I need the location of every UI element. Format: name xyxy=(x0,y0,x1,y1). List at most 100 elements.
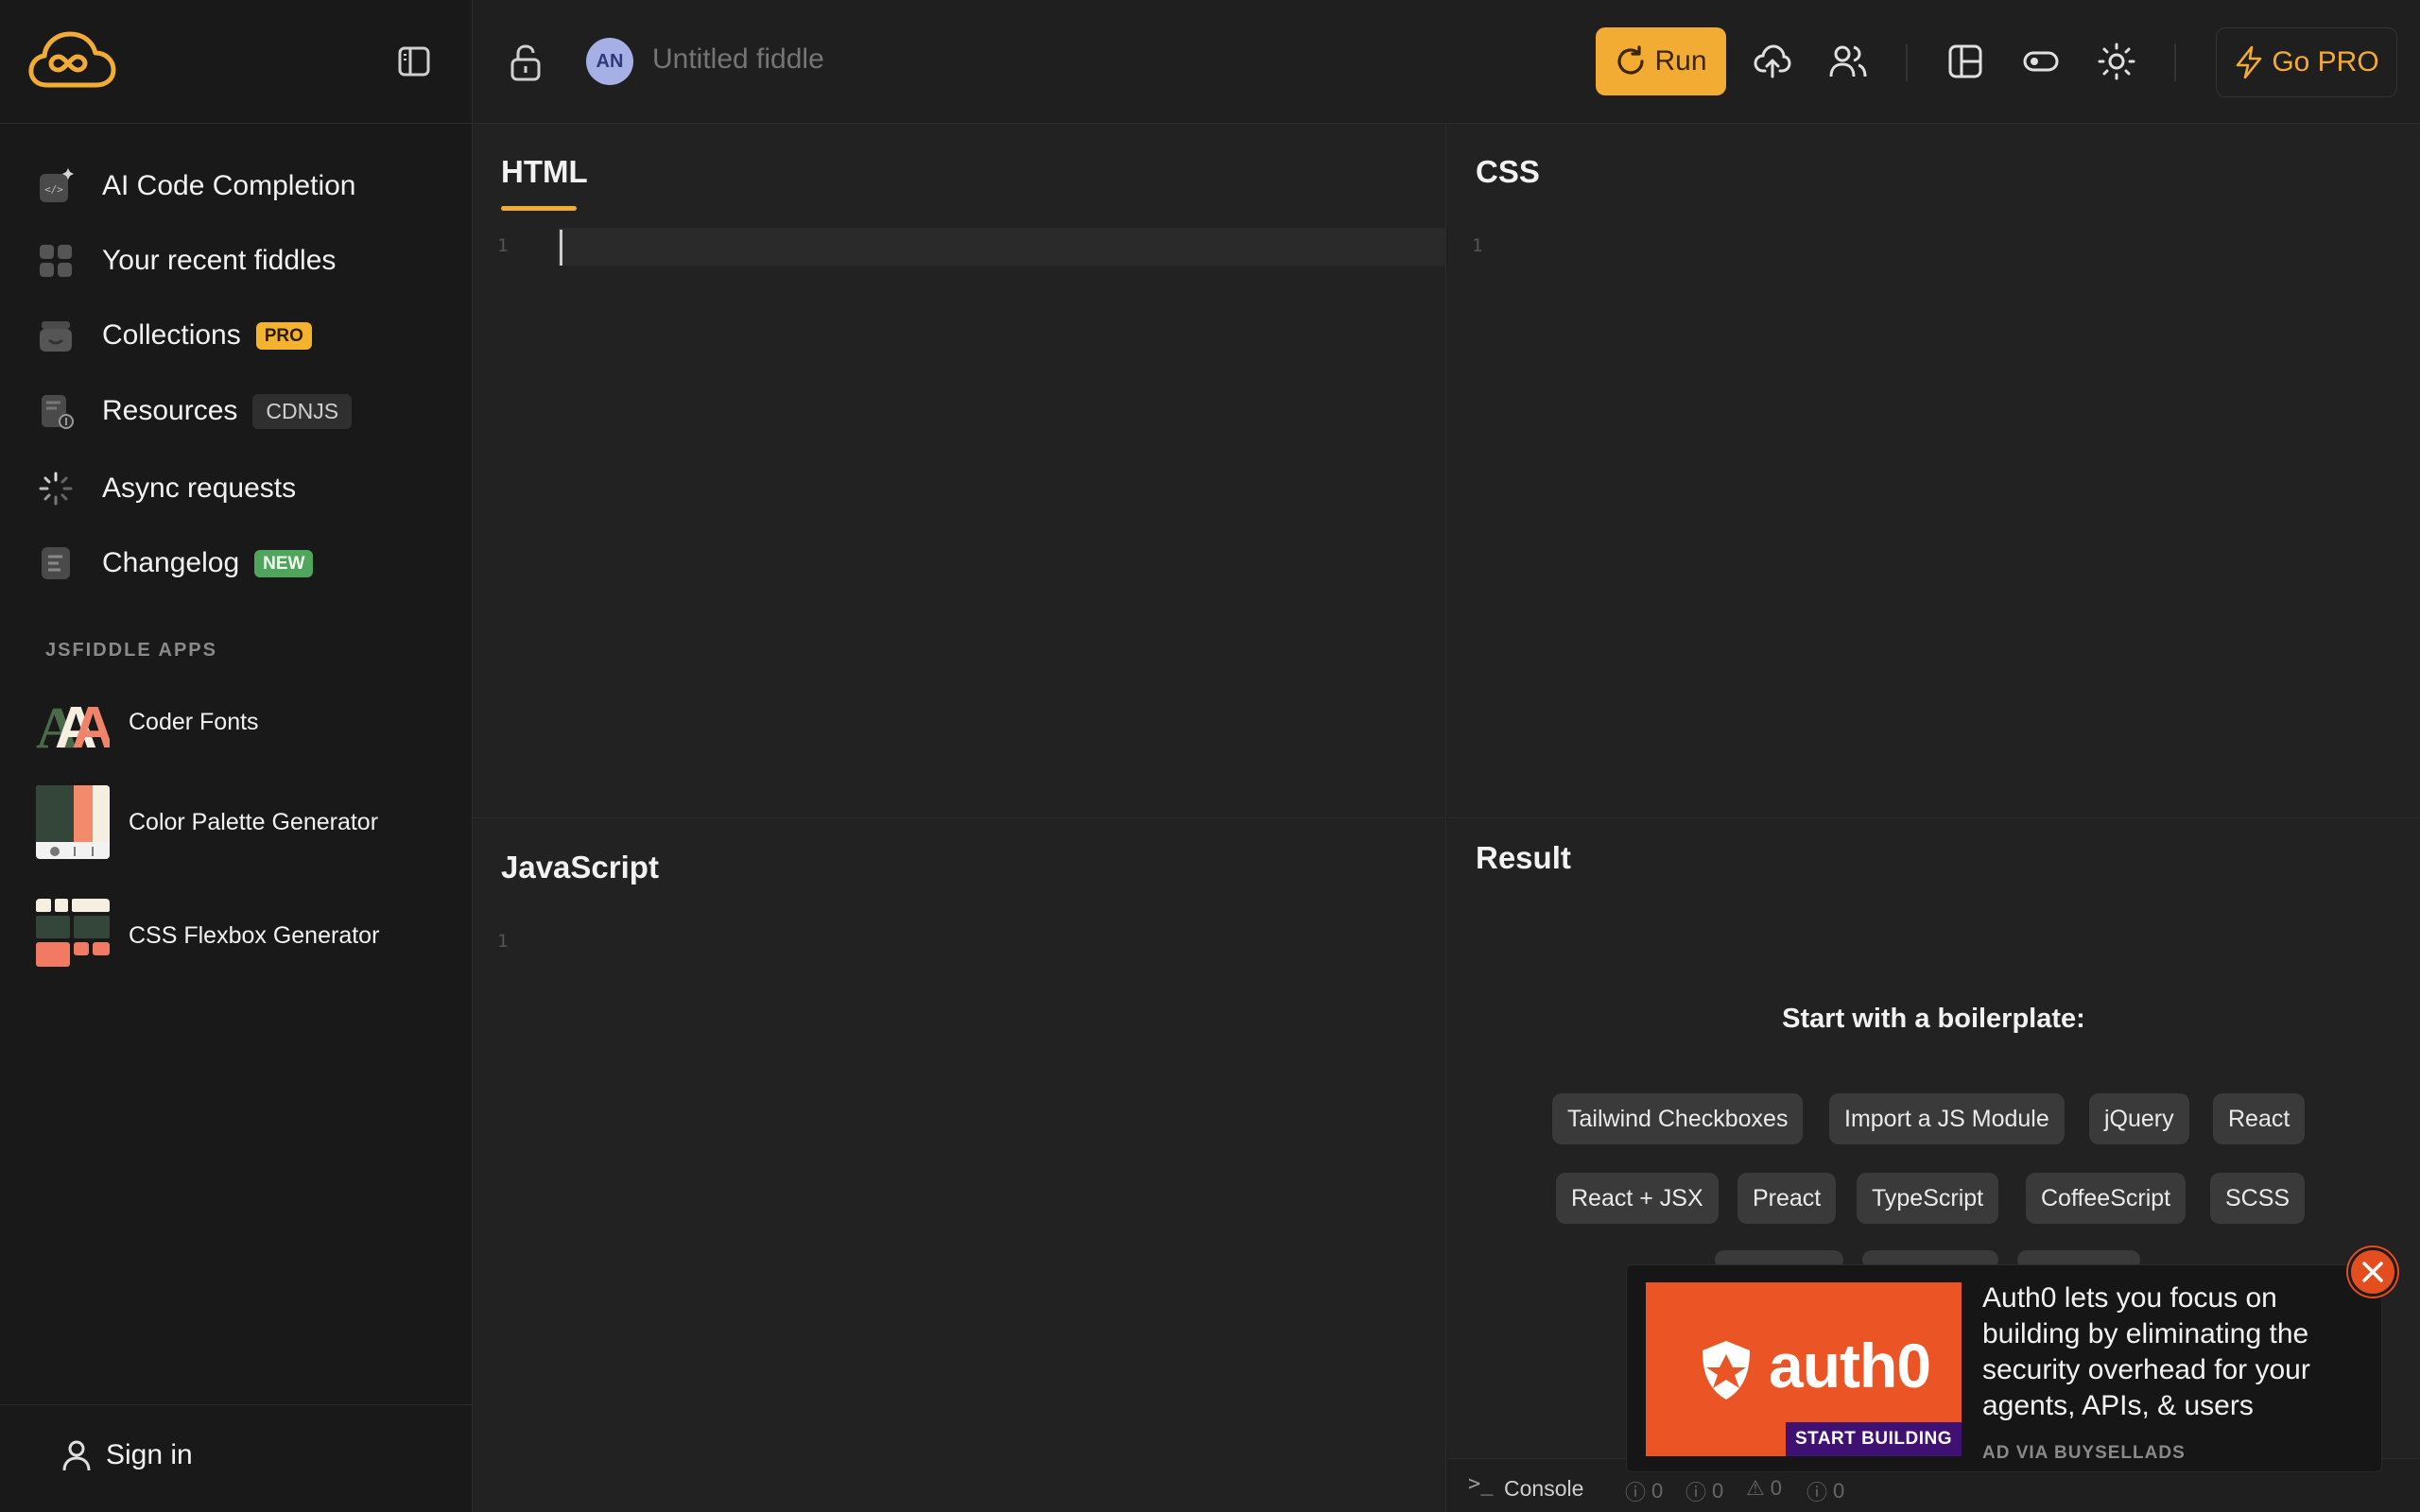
sidebar-item-recent-fiddles[interactable]: Your recent fiddles xyxy=(38,232,336,289)
sidebar-item-label: Collections xyxy=(102,319,241,351)
sidebar-item-label: AI Code Completion xyxy=(102,170,356,201)
boilerplate-coffeescript[interactable]: CoffeeScript xyxy=(2026,1173,2187,1224)
console-label[interactable]: Console xyxy=(1504,1476,1583,1502)
color-palette-thumbnail xyxy=(36,785,110,859)
console-error-count: ⓘ 0 xyxy=(1806,1476,1844,1506)
warning-icon: ⚠ xyxy=(1746,1476,1765,1500)
console-log-count: ⓘ 0 xyxy=(1625,1476,1663,1506)
boilerplate-title: Start with a boilerplate: xyxy=(1782,1004,2085,1034)
toggle-icon xyxy=(2023,51,2059,72)
unlock-icon[interactable] xyxy=(509,43,543,81)
js-panel-title[interactable]: JavaScript xyxy=(501,850,659,885)
jsfiddle-app: </> AI Code Completion Your recent fiddl… xyxy=(0,0,2420,1512)
sidebar-item-label: Changelog xyxy=(102,547,240,578)
svg-text:A: A xyxy=(72,696,110,759)
boilerplate-preact[interactable]: Preact xyxy=(1737,1173,1837,1224)
toolbar-divider xyxy=(1906,43,1908,81)
jsfiddle-logo-icon[interactable] xyxy=(26,28,117,93)
active-tab-underline xyxy=(501,206,577,211)
sidebar-item-label: Your recent fiddles xyxy=(102,245,337,276)
sign-in-button[interactable]: Sign in xyxy=(60,1439,193,1471)
apps-section-title: JSFIDDLE APPS xyxy=(45,640,217,661)
css-panel-title[interactable]: CSS xyxy=(1476,154,1540,190)
boilerplate-typescript[interactable]: TypeScript xyxy=(1857,1173,1999,1224)
fiddle-title-input[interactable] xyxy=(652,43,1030,76)
sidebar-item-resources[interactable]: Resources CDNJS xyxy=(38,383,353,439)
console-warning-count: ⚠ 0 xyxy=(1746,1476,1782,1500)
layout-button[interactable] xyxy=(1945,42,1985,81)
result-panel-title: Result xyxy=(1476,840,1571,875)
line-number: 1 xyxy=(1472,235,1483,256)
ad-text[interactable]: Auth0 lets you focus on building by elim… xyxy=(1982,1280,2360,1424)
sidebar-item-label: Resources xyxy=(102,395,238,426)
changelog-icon xyxy=(38,545,74,581)
app-color-palette-generator[interactable]: Color Palette Generator xyxy=(36,784,378,860)
close-icon xyxy=(2362,1262,2383,1282)
info-icon: ⓘ xyxy=(1625,1481,1647,1504)
ad-image[interactable]: auth0 START BUILDING xyxy=(1646,1282,1962,1456)
sidebar-item-ai-code-completion[interactable]: </> AI Code Completion xyxy=(38,158,355,215)
new-badge: NEW xyxy=(254,549,314,577)
resources-icon xyxy=(38,393,74,429)
ad-via-label[interactable]: AD VIA BUYSELLADS xyxy=(1982,1443,2186,1464)
coder-fonts-thumbnail: A A A xyxy=(36,685,110,759)
ai-code-icon: </> xyxy=(38,168,74,204)
refresh-icon xyxy=(1617,45,1645,75)
html-panel-title[interactable]: HTML xyxy=(501,154,588,190)
sponsored-ad[interactable]: auth0 START BUILDING Auth0 lets you focu… xyxy=(1626,1264,2382,1472)
pro-badge: PRO xyxy=(255,321,312,350)
ad-cta[interactable]: START BUILDING xyxy=(1785,1422,1962,1456)
avatar[interactable]: AN xyxy=(586,38,633,85)
run-button[interactable]: Run xyxy=(1596,27,1726,95)
boilerplate-react[interactable]: React xyxy=(2213,1093,2306,1144)
layout-icon xyxy=(1948,44,1982,78)
html-editor-panel[interactable]: HTML 1 xyxy=(473,124,1446,818)
go-pro-button[interactable]: Go PRO xyxy=(2216,27,2397,97)
info-icon: ⓘ xyxy=(1685,1481,1707,1504)
cdnjs-badge: CDNJS xyxy=(252,393,353,429)
sidebar-item-label: Async requests xyxy=(102,472,297,504)
close-ad-button[interactable] xyxy=(2348,1247,2397,1297)
settings-toggle-button[interactable] xyxy=(2021,42,2061,81)
sidebar-item-async-requests[interactable]: Async requests xyxy=(38,460,296,517)
error-icon: ⓘ xyxy=(1806,1481,1828,1504)
console-prompt-icon: >_ xyxy=(1468,1472,1494,1496)
app-label: CSS Flexbox Generator xyxy=(129,921,380,949)
users-icon xyxy=(1829,45,1867,77)
ad-brand-name: auth0 xyxy=(1769,1331,1931,1400)
flexbox-thumbnail xyxy=(36,899,110,972)
line-number: 1 xyxy=(497,931,509,952)
active-line-highlight xyxy=(558,228,1446,266)
boilerplate-react-jsx[interactable]: React + JSX xyxy=(1556,1173,1719,1224)
boilerplate-jquery[interactable]: jQuery xyxy=(2089,1093,2189,1144)
svg-text:</>: </> xyxy=(44,183,63,196)
app-label: Coder Fonts xyxy=(129,708,259,735)
sidebar-toggle-icon[interactable] xyxy=(397,45,431,77)
cloud-upload-icon xyxy=(1754,44,1791,78)
sign-in-label: Sign in xyxy=(106,1439,193,1470)
boilerplate-scss[interactable]: SCSS xyxy=(2210,1173,2306,1224)
save-cloud-upload-button[interactable] xyxy=(1753,42,1792,81)
javascript-editor-panel[interactable]: JavaScript 1 xyxy=(473,819,1446,1512)
user-icon xyxy=(62,1440,91,1471)
run-label: Run xyxy=(1654,45,1707,77)
sidebar-item-changelog[interactable]: Changelog NEW xyxy=(38,535,314,592)
sidebar: </> AI Code Completion Your recent fiddl… xyxy=(0,0,473,1512)
logo-bar xyxy=(0,0,473,124)
console-info-count: ⓘ 0 xyxy=(1685,1476,1723,1506)
boilerplate-import-js-module[interactable]: Import a JS Module xyxy=(1829,1093,2065,1144)
app-css-flexbox-generator[interactable]: CSS Flexbox Generator xyxy=(36,898,379,973)
toolbar-divider xyxy=(2174,43,2176,81)
spinner-icon xyxy=(38,471,74,507)
collaborate-button[interactable] xyxy=(1828,42,1868,81)
css-editor-panel[interactable]: CSS 1 xyxy=(1447,124,2420,818)
collections-icon xyxy=(38,318,74,353)
app-coder-fonts[interactable]: A A A Coder Fonts xyxy=(36,684,259,760)
app-label: Color Palette Generator xyxy=(129,808,379,835)
sidebar-item-collections[interactable]: Collections PRO xyxy=(38,307,312,364)
line-number: 1 xyxy=(497,235,509,256)
theme-toggle-button[interactable] xyxy=(2097,42,2136,81)
go-pro-label: Go PRO xyxy=(2272,46,2379,77)
boilerplate-tailwind-checkboxes[interactable]: Tailwind Checkboxes xyxy=(1552,1093,1804,1144)
auth0-shield-icon xyxy=(1703,1341,1750,1400)
